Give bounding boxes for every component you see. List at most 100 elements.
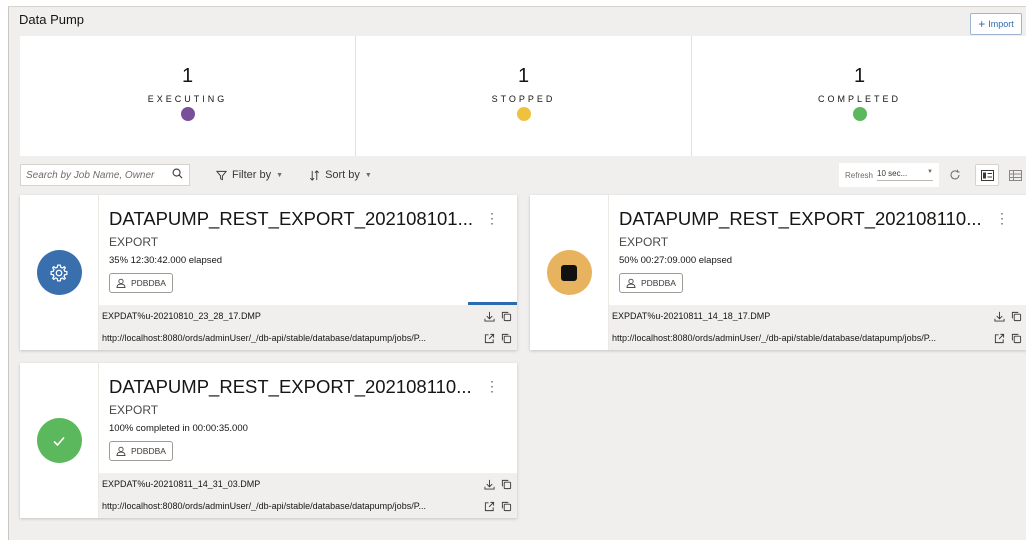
chevron-down-icon: ▼ (927, 169, 933, 175)
external-link-icon[interactable] (994, 333, 1005, 344)
search-icon[interactable] (172, 166, 183, 184)
job-url-row: http://localhost:8080/ords/adminUser/_/d… (99, 327, 517, 349)
copy-icon[interactable] (1011, 333, 1022, 344)
card-view-icon (980, 169, 994, 181)
copy-icon[interactable] (501, 479, 512, 490)
job-url: http://localhost:8080/ords/adminUser/_/d… (612, 333, 937, 343)
search-input[interactable] (26, 169, 166, 181)
job-progress: 100% completed in 00:00:35.000 (109, 423, 248, 434)
user-icon (116, 446, 126, 456)
job-card[interactable]: DATAPUMP_REST_EXPORT_202108110... ⋮ EXPO… (530, 195, 1026, 350)
refresh-label: Refresh (844, 170, 873, 180)
stopped-status-dot (516, 107, 531, 121)
filter-icon (216, 170, 227, 180)
table-view-button[interactable] (1003, 164, 1026, 186)
job-status-area (530, 195, 609, 350)
download-icon[interactable] (484, 479, 495, 490)
import-button[interactable]: + Import (970, 13, 1022, 35)
page-title: Data Pump (19, 12, 85, 27)
chevron-down-icon: ▼ (276, 171, 284, 179)
job-url-row: http://localhost:8080/ords/adminUser/_/d… (609, 327, 1026, 349)
job-type: EXPORT (619, 235, 669, 249)
owner-name: PDBDBA (131, 446, 166, 456)
sort-icon (310, 169, 320, 181)
job-url-row: http://localhost:8080/ords/adminUser/_/d… (99, 495, 517, 517)
stat-label: EXECUTING (147, 94, 228, 104)
checkmark-icon (53, 436, 65, 446)
user-icon (626, 278, 636, 288)
job-title[interactable]: DATAPUMP_REST_EXPORT_202108110... (619, 208, 989, 230)
more-actions-icon[interactable]: ⋮ (485, 379, 499, 393)
stat-count: 1 (517, 65, 530, 87)
stat-completed[interactable]: 1 COMPLETED (692, 36, 1026, 156)
plus-icon: + (978, 17, 986, 31)
external-link-icon[interactable] (484, 501, 495, 512)
copy-icon[interactable] (501, 333, 512, 344)
more-actions-icon[interactable]: ⋮ (485, 211, 499, 225)
search-box (20, 164, 190, 186)
dump-file-row: EXPDAT%u-20210811_14_18_17.DMP (609, 305, 1026, 327)
job-status-area (20, 363, 99, 518)
filter-label: Filter by (232, 169, 272, 181)
owner-badge: PDBDBA (109, 273, 173, 293)
card-view-button[interactable] (975, 164, 999, 186)
user-icon (116, 278, 126, 288)
job-card-footer: EXPDAT%u-20210811_14_31_03.DMP http://lo… (99, 473, 517, 518)
owner-badge: PDBDBA (619, 273, 683, 293)
job-title[interactable]: DATAPUMP_REST_EXPORT_202108110... (109, 376, 479, 398)
stat-count: 1 (853, 65, 866, 87)
stat-executing[interactable]: 1 EXECUTING (20, 36, 356, 156)
refresh-icon (950, 169, 960, 180)
external-link-icon[interactable] (484, 333, 495, 344)
chevron-down-icon: ▼ (364, 171, 372, 179)
job-url: http://localhost:8080/ords/adminUser/_/d… (102, 501, 427, 511)
job-card-footer: EXPDAT%u-20210810_23_28_17.DMP http://lo… (99, 305, 517, 350)
job-card-body: DATAPUMP_REST_EXPORT_202108110... ⋮ EXPO… (99, 363, 517, 518)
job-progress: 50% 00:27:09.000 elapsed (619, 255, 733, 266)
copy-icon[interactable] (501, 311, 512, 322)
job-card-footer: EXPDAT%u-20210811_14_18_17.DMP http://lo… (609, 305, 1026, 350)
sort-label: Sort by (325, 169, 360, 181)
stopped-status-icon (546, 250, 592, 295)
toolbar: Filter by ▼ Sort by ▼ Refresh 10 sec... … (20, 163, 1026, 187)
job-url: http://localhost:8080/ords/adminUser/_/d… (102, 333, 427, 343)
job-status-area (20, 195, 99, 350)
job-type: EXPORT (109, 403, 159, 417)
executing-status-dot (180, 107, 195, 121)
data-pump-page: Data Pump + Import 1 EXECUTING 1 STOPPED… (8, 6, 1026, 540)
job-card[interactable]: DATAPUMP_REST_EXPORT_202108110... ⋮ EXPO… (20, 363, 517, 518)
job-title[interactable]: DATAPUMP_REST_EXPORT_202108101... (109, 208, 479, 230)
dump-file-name: EXPDAT%u-20210811_14_31_03.DMP (102, 479, 261, 489)
job-progress: 35% 12:30:42.000 elapsed (109, 255, 223, 266)
stat-stopped[interactable]: 1 STOPPED (356, 36, 692, 156)
stat-count: 1 (181, 65, 194, 87)
dump-file-name: EXPDAT%u-20210811_14_18_17.DMP (612, 311, 771, 321)
sort-button[interactable]: Sort by ▼ (309, 169, 372, 181)
refresh-interval-select[interactable]: 10 sec... ▼ (877, 169, 933, 181)
table-view-icon (1008, 169, 1022, 181)
download-icon[interactable] (484, 311, 495, 322)
completed-status-icon (36, 418, 82, 463)
job-card-body: DATAPUMP_REST_EXPORT_202108101... ⋮ EXPO… (99, 195, 517, 350)
copy-icon[interactable] (1011, 311, 1022, 322)
stat-label: STOPPED (491, 94, 556, 104)
dump-file-name: EXPDAT%u-20210810_23_28_17.DMP (102, 311, 261, 321)
refresh-interval-value: 10 sec... (877, 169, 908, 178)
stop-icon (561, 264, 577, 281)
copy-icon[interactable] (501, 501, 512, 512)
owner-name: PDBDBA (131, 278, 166, 288)
executing-status-icon (36, 250, 82, 295)
job-card-body: DATAPUMP_REST_EXPORT_202108110... ⋮ EXPO… (609, 195, 1026, 350)
download-icon[interactable] (994, 311, 1005, 322)
more-actions-icon[interactable]: ⋮ (995, 211, 1009, 225)
dump-file-row: EXPDAT%u-20210811_14_31_03.DMP (99, 473, 517, 495)
owner-badge: PDBDBA (109, 441, 173, 461)
job-card[interactable]: DATAPUMP_REST_EXPORT_202108101... ⋮ EXPO… (20, 195, 517, 350)
refresh-button[interactable] (943, 164, 967, 186)
refresh-control: Refresh 10 sec... ▼ (838, 163, 939, 187)
import-label: Import (988, 19, 1014, 29)
gear-icon (50, 263, 68, 282)
filter-button[interactable]: Filter by ▼ (216, 169, 283, 181)
job-type: EXPORT (109, 235, 159, 249)
toolbar-right: Refresh 10 sec... ▼ (838, 163, 1026, 187)
